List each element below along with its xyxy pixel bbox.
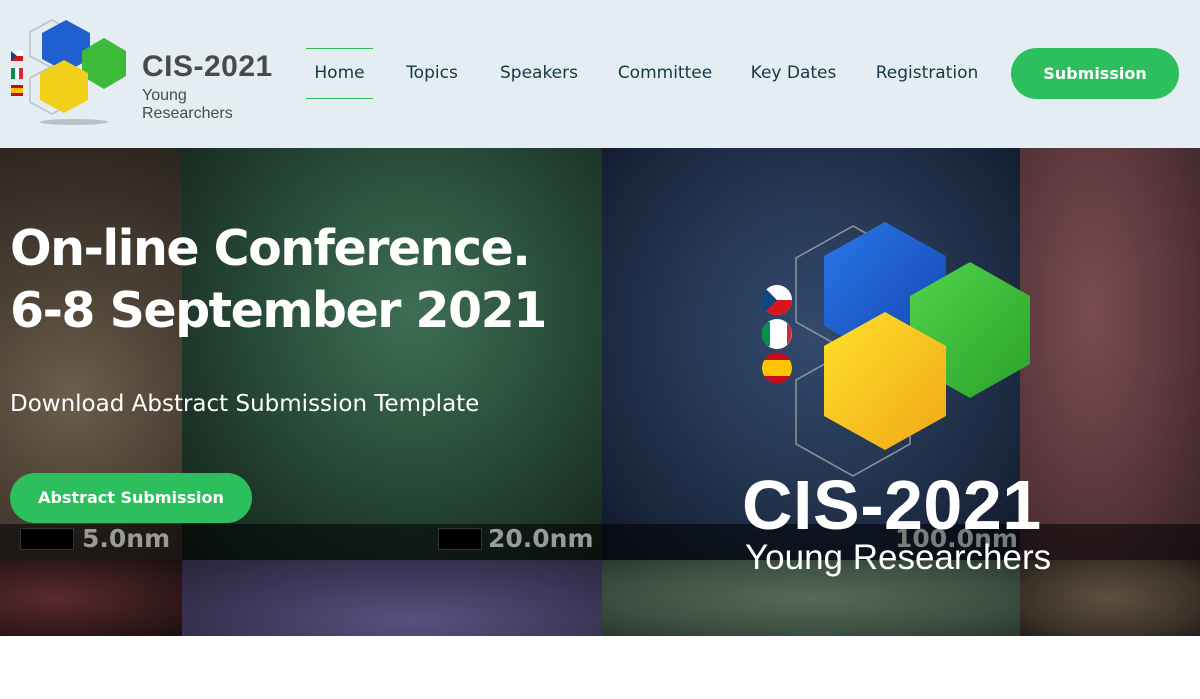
scale-label: 5.0nm xyxy=(82,524,171,553)
nav-committee[interactable]: Committee xyxy=(612,48,718,99)
flag-spain-icon xyxy=(762,352,792,384)
site-header: CIS-2021 Young Researchers Home Topics S… xyxy=(0,0,1200,148)
logo-subtitle: Young Researchers xyxy=(142,87,233,122)
hero-title-line: 6-8 September 2021 xyxy=(10,282,547,339)
flag-czech-icon xyxy=(761,285,792,315)
nav-registration[interactable]: Registration xyxy=(868,48,986,99)
scale-bar xyxy=(20,528,74,550)
site-logo[interactable]: CIS-2021 Young Researchers xyxy=(8,14,278,130)
microscopy-tile xyxy=(0,560,182,636)
hero-title-line: On-line Conference. xyxy=(10,220,531,277)
nav-home[interactable]: Home xyxy=(306,48,373,99)
nav-speakers[interactable]: Speakers xyxy=(495,48,583,99)
submission-button[interactable]: Submission xyxy=(1011,48,1179,99)
hero-title: On-line Conference. 6-8 September 2021 xyxy=(10,218,570,342)
logo-hexagons-icon xyxy=(29,19,126,125)
flag-spain-icon xyxy=(11,85,23,96)
conference-logo-subtitle: Young Researchers xyxy=(745,538,1052,577)
scale-label: 20.0nm xyxy=(488,524,594,553)
nav-key-dates[interactable]: Key Dates xyxy=(747,48,840,99)
scale-bar xyxy=(438,528,482,550)
hero-banner: 5.0nm 20.0nm 100.0nm On-line Conference.… xyxy=(0,148,1200,636)
download-template-link[interactable]: Download Abstract Submission Template xyxy=(10,389,479,419)
flag-czech-icon xyxy=(11,51,23,61)
logo-title: CIS-2021 xyxy=(142,50,273,83)
flags-icon xyxy=(11,51,23,96)
abstract-submission-button[interactable]: Abstract Submission xyxy=(10,473,252,523)
flag-italy-icon xyxy=(11,68,23,79)
nav-topics[interactable]: Topics xyxy=(398,48,466,99)
flag-italy-icon xyxy=(762,319,792,349)
conference-logo-title: CIS-2021 xyxy=(742,466,1042,544)
microscopy-tile xyxy=(182,560,602,636)
